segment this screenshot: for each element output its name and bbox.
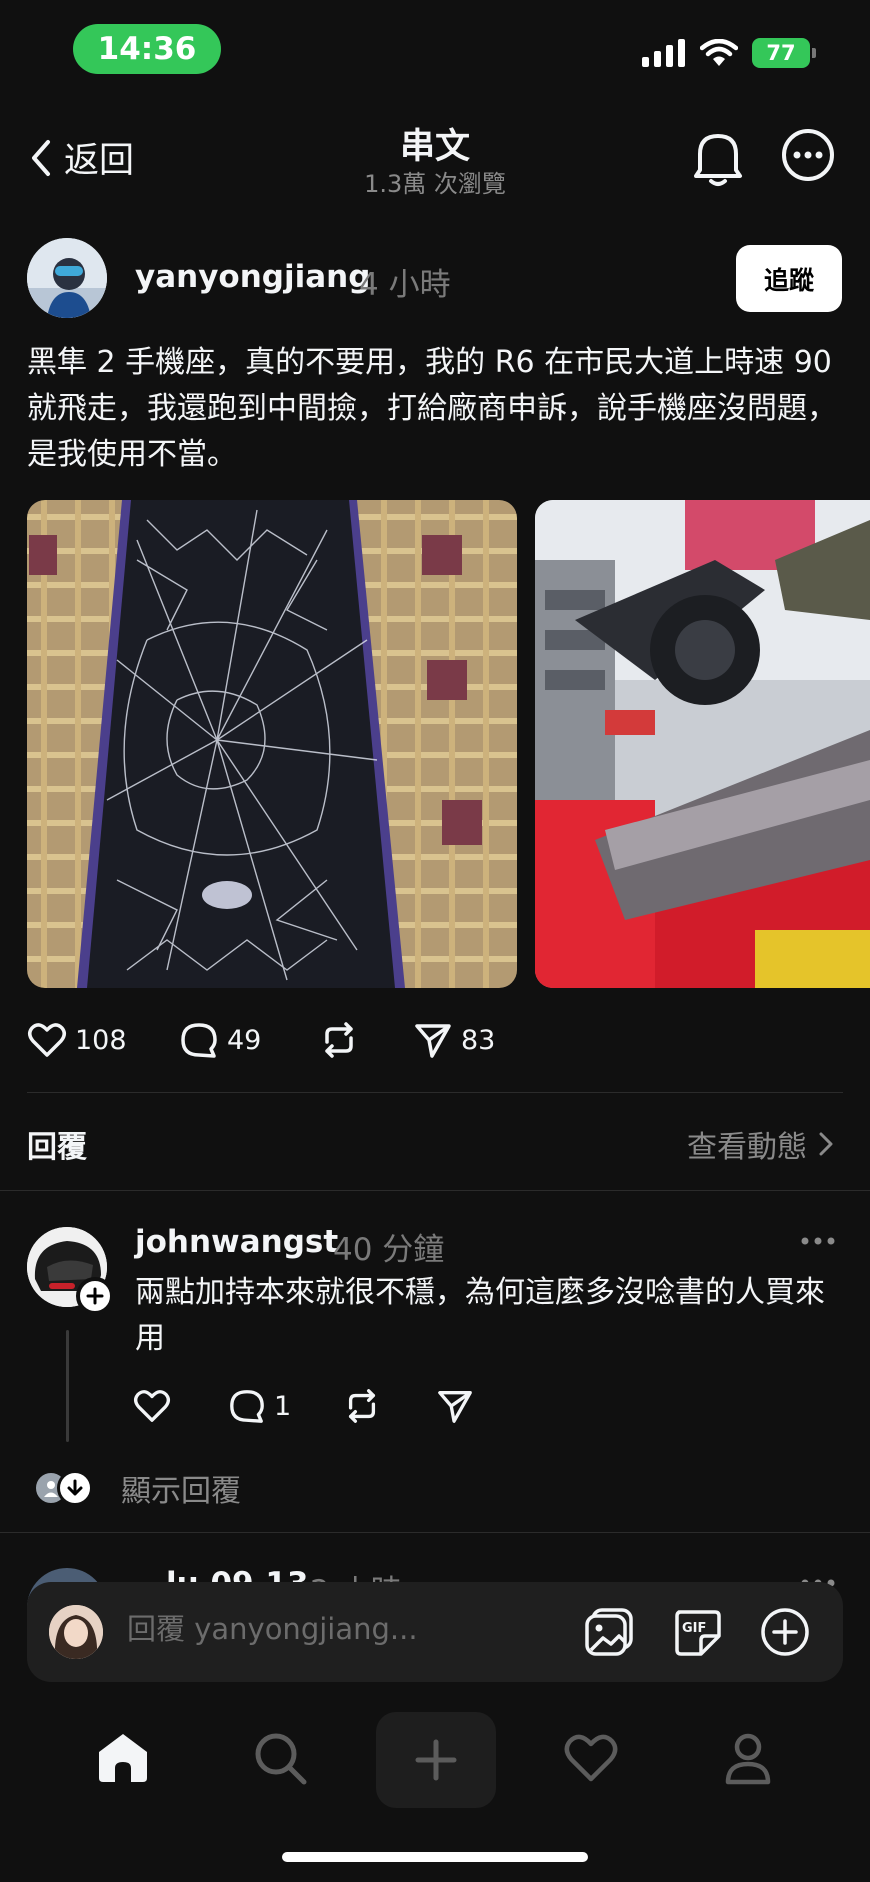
share-count: 83 — [461, 1024, 496, 1056]
status-icons: 77 — [642, 38, 816, 68]
comment-count: 49 — [227, 1024, 262, 1056]
battery-level: 77 — [766, 41, 796, 65]
bottom-tab-bar — [0, 1700, 870, 1820]
like-button[interactable]: 108 — [27, 1021, 179, 1059]
notifications-button[interactable] — [690, 128, 746, 192]
battery-icon: 77 — [752, 38, 816, 68]
post-image-broken-screen[interactable] — [27, 500, 517, 988]
plus-icon — [86, 1287, 104, 1305]
commenter-name[interactable]: johnwangst — [135, 1224, 338, 1260]
comment-send-button[interactable] — [436, 1387, 474, 1425]
profile-icon — [725, 1733, 771, 1785]
comment-icon — [181, 1023, 217, 1058]
home-indicator — [282, 1852, 588, 1862]
more-options-button[interactable] — [780, 127, 836, 187]
add-icon — [761, 1608, 809, 1656]
divider — [27, 1092, 843, 1093]
repost-icon — [325, 1022, 353, 1058]
view-activity-label: 查看動態 — [687, 1130, 807, 1165]
repost-icon — [348, 1389, 376, 1423]
tab-create[interactable] — [376, 1712, 496, 1808]
heart-icon — [134, 1390, 170, 1422]
broken-phone-photo — [27, 500, 517, 988]
motorcycle-photo — [535, 500, 870, 988]
show-replies-label: 顯示回覆 — [121, 1474, 241, 1509]
tab-activity[interactable] — [563, 1730, 619, 1790]
comment-reply-count: 1 — [274, 1390, 292, 1422]
bell-icon — [694, 134, 742, 186]
divider — [0, 1532, 870, 1533]
image-icon — [585, 1608, 633, 1656]
tab-search[interactable] — [252, 1730, 308, 1790]
arrow-down-icon — [57, 1470, 93, 1506]
comment-like-button[interactable] — [133, 1388, 228, 1424]
more-horizontal-icon — [801, 1237, 835, 1245]
avatar-image — [27, 238, 107, 318]
send-button[interactable]: 83 — [413, 1020, 495, 1060]
signal-icon — [642, 39, 685, 67]
comment-actions: 1 — [133, 1386, 474, 1426]
svg-text:GIF: GIF — [682, 1621, 706, 1636]
reply-input[interactable] — [127, 1612, 487, 1646]
post-actions: 108 49 83 — [27, 1015, 495, 1065]
send-icon — [415, 1024, 451, 1058]
status-time: 14:36 — [73, 24, 221, 74]
tab-profile[interactable] — [720, 1730, 776, 1790]
gif-icon: GIF — [675, 1610, 721, 1656]
search-icon — [255, 1733, 307, 1785]
thread-line — [66, 1330, 69, 1442]
more-icon — [782, 129, 834, 181]
comment-button[interactable]: 49 — [179, 1020, 319, 1060]
comment-repost-button[interactable] — [343, 1387, 436, 1425]
reply-composer: GIF — [27, 1582, 843, 1682]
home-icon — [99, 1734, 147, 1782]
send-icon — [438, 1391, 472, 1423]
chevron-right-icon — [819, 1132, 833, 1156]
like-count: 108 — [75, 1024, 127, 1056]
comment-time: 40 分鐘 — [333, 1232, 445, 1268]
comment-reply-button[interactable]: 1 — [228, 1387, 343, 1425]
divider — [0, 1190, 870, 1191]
follow-button[interactable]: 追蹤 — [736, 245, 842, 312]
status-bar: 14:36 77 — [0, 0, 870, 100]
my-avatar — [49, 1605, 103, 1659]
gif-button[interactable]: GIF — [671, 1606, 723, 1662]
author-name[interactable]: yanyongjiang — [135, 259, 370, 295]
post-image-motorcycle-mount[interactable] — [535, 500, 870, 988]
create-icon — [415, 1739, 457, 1781]
activity-icon — [564, 1734, 618, 1782]
comment-icon — [230, 1390, 264, 1423]
replies-heading: 回覆 — [27, 1130, 87, 1165]
comment-text: 兩點加持本來就很不穩，為何這麼多沒唸書的人買來用 — [135, 1275, 825, 1356]
more-attachments-button[interactable] — [759, 1606, 811, 1662]
comment-more-button[interactable] — [800, 1232, 836, 1251]
follow-commenter-button[interactable] — [76, 1277, 114, 1315]
post-text: 黑隼 2 手機座，真的不要用，我的 R6 在市民大道上時速 90 就飛走，我還跑… — [27, 345, 837, 472]
heart-icon — [28, 1023, 66, 1057]
show-replies-button[interactable]: 顯示回覆 — [33, 1466, 241, 1510]
wifi-icon — [700, 39, 738, 66]
author-avatar[interactable] — [27, 238, 107, 318]
tab-home[interactable] — [95, 1730, 151, 1790]
post-time: 4 小時 — [359, 267, 451, 303]
repost-button[interactable] — [319, 1020, 413, 1060]
header: 返回 串文 1.3萬 次瀏覽 — [0, 108, 870, 208]
avatar-image — [49, 1605, 103, 1659]
attach-image-button[interactable] — [583, 1606, 635, 1662]
view-activity-link[interactable]: 查看動態 — [687, 1122, 833, 1166]
